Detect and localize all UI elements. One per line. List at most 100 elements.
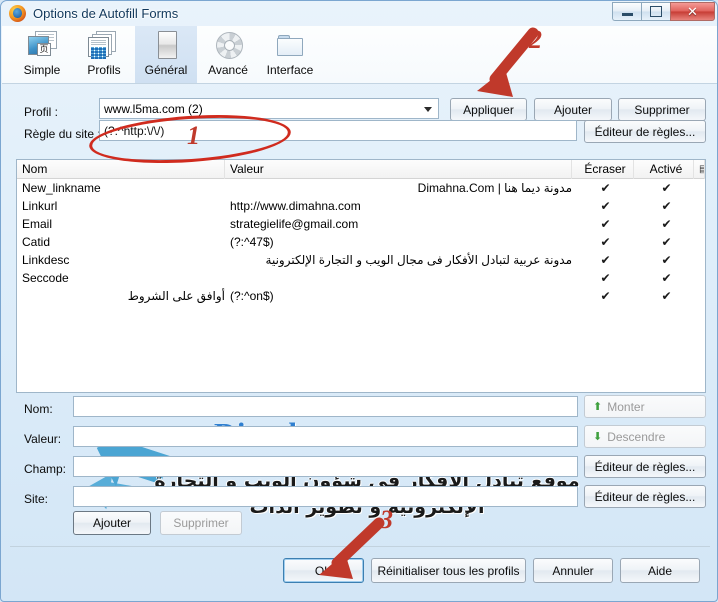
move-up-button[interactable]: ⬆ Monter <box>584 395 706 418</box>
toolbar-item-simple[interactable]: 页 Simple <box>11 26 73 83</box>
add-entry-button[interactable]: Ajouter <box>73 511 151 535</box>
cell-valeur: (?:^47$) <box>230 235 274 249</box>
options-panel: Profil : www.l5ma.com (2) Appliquer Ajou… <box>2 84 717 601</box>
cell-active[interactable]: ✔ <box>634 197 694 215</box>
cell-active[interactable]: ✔ <box>634 179 694 197</box>
close-icon: ✕ <box>687 4 698 19</box>
cell-valeur <box>225 269 572 287</box>
title-bar: Options de Autofill Forms ✕ <box>1 1 717 26</box>
cell-active[interactable]: ✔ <box>634 233 694 251</box>
profile-select[interactable]: www.l5ma.com (2) <box>99 98 439 119</box>
site-rule-label: Règle du site : <box>24 127 101 141</box>
column-header-valeur[interactable]: Valeur <box>225 160 572 179</box>
profile-label: Profil : <box>24 105 59 119</box>
detail-input-nom[interactable] <box>73 396 578 417</box>
column-header-nom[interactable]: Nom <box>17 160 225 179</box>
move-down-button[interactable]: ⬇ Descendre <box>584 425 706 448</box>
site-rule-editor-button[interactable]: Éditeur de règles... <box>584 120 706 143</box>
cell-nom: Seccode <box>22 271 69 285</box>
table-row[interactable]: Email strategielife@gmail.com ✔ ✔ <box>17 215 705 233</box>
detail-input-champ[interactable] <box>73 456 578 477</box>
window-title: Options de Autofill Forms <box>33 6 179 21</box>
add-entry-label: Ajouter <box>92 516 132 530</box>
toolbar-item-avance[interactable]: Avancé <box>197 26 259 83</box>
add-profile-button[interactable]: Ajouter <box>534 98 612 121</box>
folder-icon <box>274 31 306 60</box>
cell-nom: Linkdesc <box>22 253 70 267</box>
cell-ecraser[interactable]: ✔ <box>572 269 634 287</box>
chevron-down-icon <box>424 107 432 112</box>
delete-entry-button[interactable]: Supprimer <box>160 511 242 535</box>
detail-label-site: Site: <box>24 492 49 506</box>
table-row[interactable]: Linkurl http://www.dimahna.com ✔ ✔ <box>17 197 705 215</box>
apply-button[interactable]: Appliquer <box>450 98 527 121</box>
cell-ecraser[interactable]: ✔ <box>572 215 634 233</box>
cell-valeur: strategielife@gmail.com <box>230 217 359 231</box>
toolbar-item-label: Simple <box>23 63 61 77</box>
column-chooser-icon[interactable]: ▤ <box>694 160 705 179</box>
move-up-label: Monter <box>607 399 645 414</box>
table-row[interactable]: Linkdesc مدونة عربية لتبادل الأفكار فى مج… <box>17 251 705 269</box>
toolbar-item-interface[interactable]: Interface <box>259 26 321 83</box>
toolbar-item-label: Interface <box>266 63 314 77</box>
general-sheet-icon <box>150 31 182 60</box>
list-header: Nom Valeur Écraser Activé ▤ <box>17 160 705 179</box>
table-row[interactable]: Catid (?:^47$) ✔ ✔ <box>17 233 705 251</box>
entries-list[interactable]: Nom Valeur Écraser Activé ▤ New_linkname… <box>16 159 706 393</box>
detail-input-site[interactable] <box>73 486 578 507</box>
cell-ecraser[interactable]: ✔ <box>572 251 634 269</box>
detail-label-valeur: Valeur: <box>24 432 62 446</box>
delete-profile-button[interactable]: Supprimer <box>618 98 706 121</box>
cell-active[interactable]: ✔ <box>634 251 694 269</box>
toolbar-item-general[interactable]: Général <box>135 26 197 83</box>
arrow-down-green-icon: ⬇ <box>593 431 603 443</box>
cell-valeur: مدونة عربية لتبادل الأفكار فى مجال الويب… <box>265 253 572 267</box>
close-button[interactable]: ✕ <box>670 2 715 21</box>
cell-ecraser[interactable]: ✔ <box>572 179 634 197</box>
minimize-button[interactable] <box>612 2 641 21</box>
field-rule-editor-button[interactable]: Éditeur de règles... <box>584 455 706 478</box>
move-down-label: Descendre <box>607 429 666 444</box>
cell-nom: أوافق على الشروط <box>127 289 225 303</box>
table-row[interactable]: New_linkname مدونة ديما هنا | Dimahna.Com… <box>17 179 705 197</box>
maximize-icon <box>650 6 662 17</box>
minimize-icon <box>621 13 633 16</box>
cell-active[interactable]: ✔ <box>634 269 694 287</box>
toolbar-item-profils[interactable]: Profils <box>73 26 135 83</box>
cell-ecraser[interactable]: ✔ <box>572 197 634 215</box>
gear-icon <box>212 31 244 60</box>
cell-active[interactable]: ✔ <box>634 287 694 305</box>
column-header-active[interactable]: Activé <box>634 160 694 179</box>
arrow-up-green-icon: ⬆ <box>593 401 603 413</box>
toolbar-item-label: Général <box>144 63 188 77</box>
cell-valeur: http://www.dimahna.com <box>230 199 361 213</box>
site-field-rule-editor-button[interactable]: Éditeur de règles... <box>584 485 706 508</box>
detail-label-nom: Nom: <box>24 402 53 416</box>
toolbar-item-label: Avancé <box>208 63 248 77</box>
cell-valeur: مدونة ديما هنا | Dimahna.Com <box>417 181 572 195</box>
simple-page-icon: 页 <box>26 31 58 60</box>
cell-nom: New_linkname <box>22 181 101 195</box>
options-window: Options de Autofill Forms ✕ 页 Simple Pro… <box>0 0 718 602</box>
column-header-ecraser[interactable]: Écraser <box>572 160 634 179</box>
profiles-stack-icon <box>88 31 120 60</box>
cell-nom: Email <box>22 217 53 231</box>
reset-profiles-button[interactable]: Réinitialiser tous les profils <box>371 558 526 583</box>
help-button[interactable]: Aide <box>620 558 700 583</box>
footer-separator <box>10 546 710 547</box>
cell-ecraser[interactable]: ✔ <box>572 233 634 251</box>
cell-nom: Catid <box>22 235 51 249</box>
cell-active[interactable]: ✔ <box>634 215 694 233</box>
cell-ecraser[interactable]: ✔ <box>572 287 634 305</box>
toolbar-item-label: Profils <box>87 63 121 77</box>
detail-input-valeur[interactable] <box>73 426 578 447</box>
toolbar: 页 Simple Profils Général Avancé Interfac… <box>2 26 717 84</box>
maximize-button[interactable] <box>641 2 670 21</box>
table-row[interactable]: أوافق على الشروط (?:^on$) ✔ ✔ <box>17 287 705 305</box>
firefox-icon <box>9 5 26 22</box>
cancel-button[interactable]: Annuler <box>533 558 613 583</box>
cell-valeur: (?:^on$) <box>230 289 274 303</box>
table-row[interactable]: Seccode ✔ ✔ <box>17 269 705 287</box>
detail-label-champ: Champ: <box>24 462 67 476</box>
ok-button[interactable]: OK <box>283 558 364 583</box>
